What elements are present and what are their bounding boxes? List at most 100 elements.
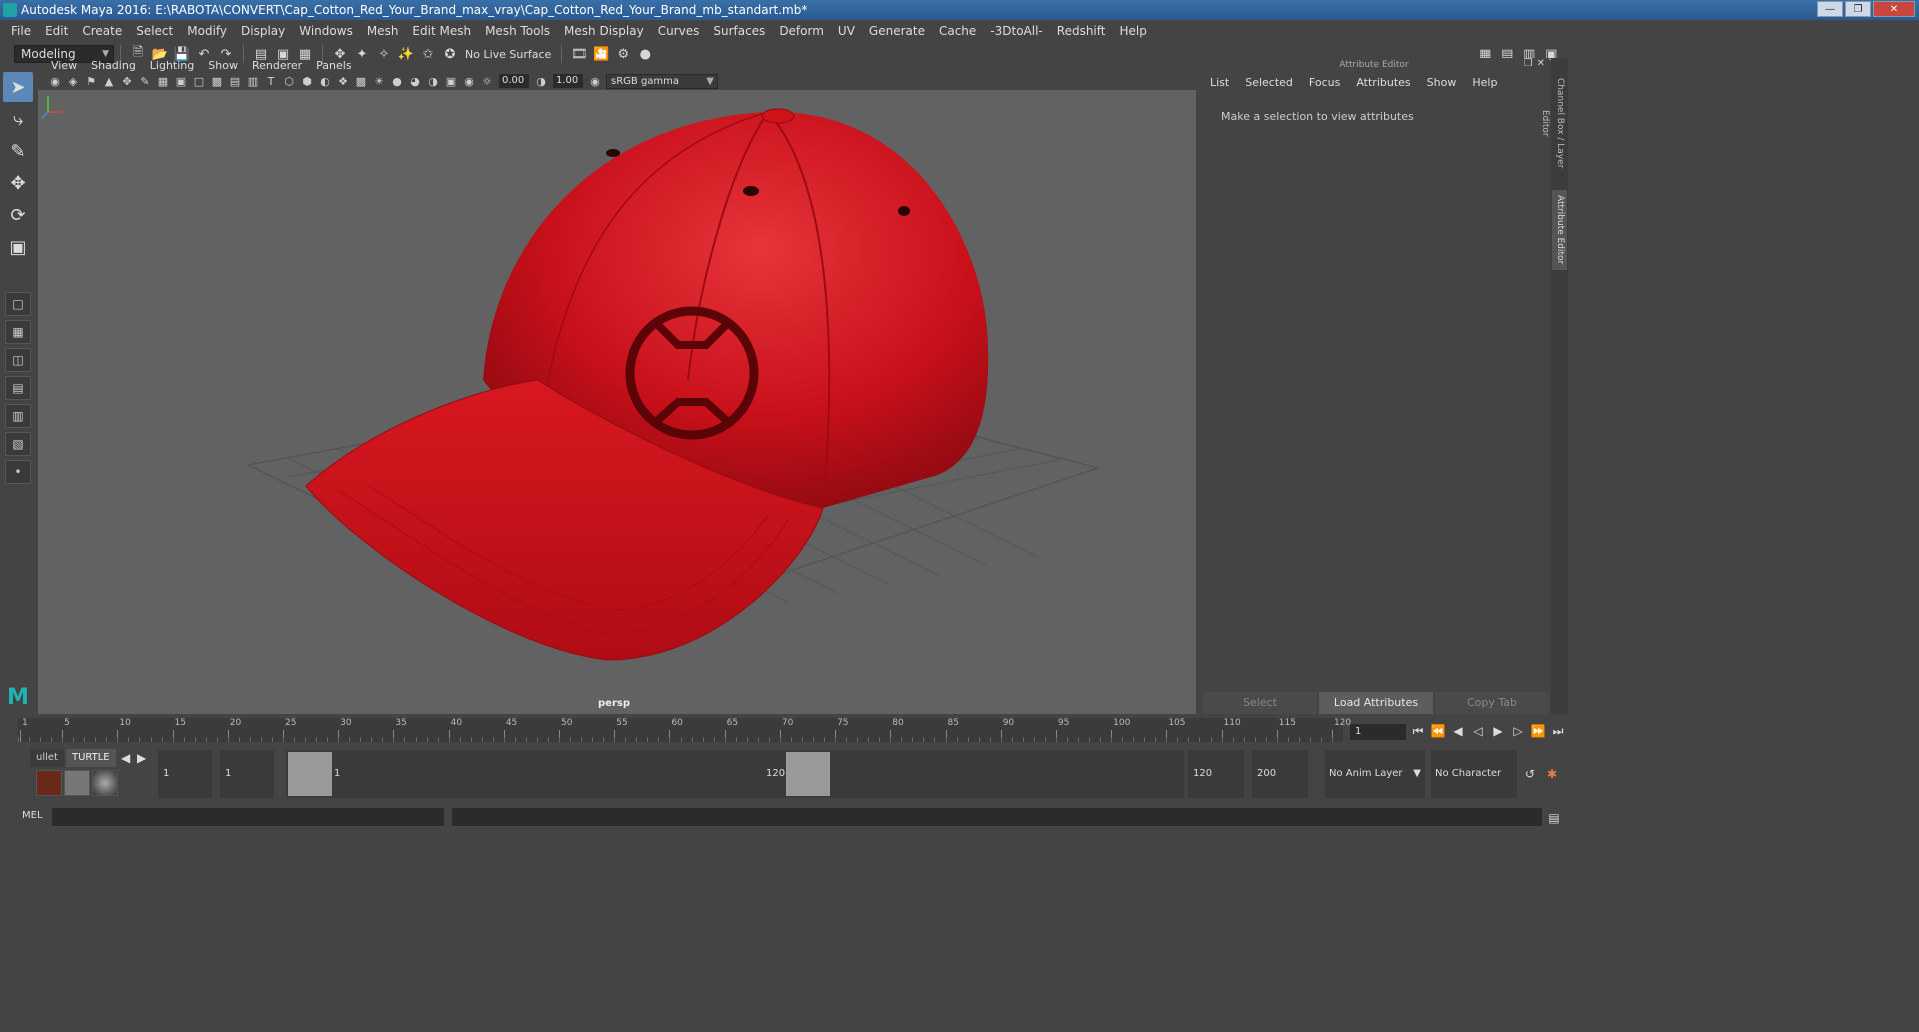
range-start-handle[interactable] [288, 752, 332, 796]
menu-redshift[interactable]: Redshift [1050, 24, 1113, 38]
animation-prefs-icon[interactable]: ✱ [1544, 764, 1560, 784]
menu-edit-mesh[interactable]: Edit Mesh [405, 24, 478, 38]
smooth-shade-icon[interactable]: ⬢ [299, 73, 315, 89]
play-backward-icon[interactable]: ◁ [1470, 721, 1486, 741]
menu-edit[interactable]: Edit [38, 24, 75, 38]
isolate-select-icon[interactable]: ▣ [443, 73, 459, 89]
safe-title-icon[interactable]: T [263, 73, 279, 89]
motion-blur-icon[interactable]: ◕ [407, 73, 423, 89]
load-attributes-button[interactable]: Load Attributes [1319, 692, 1433, 714]
lasso-tool-icon[interactable]: ⤷ [3, 104, 33, 134]
animation-end-field[interactable]: 200 [1252, 750, 1308, 798]
playback-start-field[interactable]: 1 [220, 750, 274, 798]
persp-outliner-layout-icon[interactable]: ▤ [5, 376, 31, 400]
float-panel-icon[interactable]: ❐ [1524, 58, 1533, 69]
two-pane-layout-icon[interactable]: ◫ [5, 348, 31, 372]
grease-pencil-icon[interactable]: ✎ [137, 73, 153, 89]
shadows-icon[interactable]: ☀ [371, 73, 387, 89]
copy-tab-button[interactable]: Copy Tab [1435, 692, 1549, 714]
ae-menu-show[interactable]: Show [1420, 76, 1466, 89]
rotate-tool-icon[interactable]: ⟳ [3, 200, 33, 230]
grid-icon[interactable]: ▦ [155, 73, 171, 89]
bake-icon[interactable] [36, 770, 62, 796]
auto-key-icon[interactable]: ↺ [1522, 764, 1538, 784]
menu-modify[interactable]: Modify [180, 24, 234, 38]
anti-alias-icon[interactable]: ◑ [425, 73, 441, 89]
xray-joints-icon[interactable]: ◉ [461, 73, 477, 89]
current-frame-field[interactable]: 1 [1350, 724, 1406, 740]
go-to-end-icon[interactable]: ⏭ [1550, 721, 1566, 741]
exposure-icon[interactable]: ☼ [479, 73, 495, 89]
camera-attributes-icon[interactable]: ◈ [65, 73, 81, 89]
script-editor-icon[interactable]: ▤ [1546, 808, 1562, 828]
menu-select[interactable]: Select [129, 24, 180, 38]
step-back-frame-icon[interactable]: ◀ [1450, 721, 1466, 741]
field-chart-icon[interactable]: ▤ [227, 73, 243, 89]
perspective-viewport[interactable]: persp [38, 90, 1196, 714]
shelf-next-icon[interactable]: ▶ [134, 748, 150, 768]
step-forward-key-icon[interactable]: ⏩ [1530, 721, 1546, 741]
viewport-menu-shading[interactable]: Shading [84, 59, 143, 72]
viewport-menu-show[interactable]: Show [201, 59, 245, 72]
viewport-menu-view[interactable]: View [44, 59, 84, 72]
menu-cache[interactable]: Cache [932, 24, 983, 38]
shelf-tab-turtle[interactable]: TURTLE [65, 749, 116, 767]
shelf-prev-icon[interactable]: ◀ [118, 748, 134, 768]
menu-uv[interactable]: UV [831, 24, 862, 38]
close-button[interactable]: ✕ [1873, 1, 1915, 17]
channel-box-tab[interactable]: Channel Box / Layer Editor [1540, 66, 1567, 181]
range-slider[interactable]: 1 120 [286, 750, 1184, 798]
camera-icon[interactable]: ◉ [47, 73, 63, 89]
render-settings-shelf-icon[interactable] [64, 770, 90, 796]
menu-create[interactable]: Create [75, 24, 129, 38]
ae-menu-help[interactable]: Help [1465, 76, 1506, 89]
wireframe-icon[interactable]: ⬡ [281, 73, 297, 89]
image-plane-icon[interactable]: ▲ [101, 73, 117, 89]
menu-windows[interactable]: Windows [292, 24, 360, 38]
lighting-icon[interactable]: ◐ [317, 73, 333, 89]
attribute-editor-tab[interactable]: Attribute Editor [1552, 190, 1567, 270]
ae-menu-attributes[interactable]: Attributes [1349, 76, 1419, 89]
viewport-menu-lighting[interactable]: Lighting [143, 59, 201, 72]
paint-select-icon[interactable]: ✎ [3, 136, 33, 166]
four-pane-layout-icon[interactable]: ▦ [5, 320, 31, 344]
scale-tool-icon[interactable]: ▣ [3, 232, 33, 262]
menu-mesh-tools[interactable]: Mesh Tools [478, 24, 557, 38]
color-management-icon[interactable]: ◉ [587, 73, 603, 89]
menu-mesh[interactable]: Mesh [360, 24, 406, 38]
film-gate-icon[interactable]: ▣ [173, 73, 189, 89]
ae-menu-list[interactable]: List [1203, 76, 1238, 89]
ambient-occlusion-icon[interactable]: ● [389, 73, 405, 89]
exposure-field[interactable]: 0.00 [499, 74, 529, 88]
menu-3dtoall[interactable]: -3DtoAll- [983, 24, 1049, 38]
viewport-menu-renderer[interactable]: Renderer [245, 59, 309, 72]
gamma-field[interactable]: 1.00 [553, 74, 583, 88]
gamma-icon[interactable]: ◑ [533, 73, 549, 89]
menu-deform[interactable]: Deform [772, 24, 831, 38]
resolution-gate-icon[interactable]: □ [191, 73, 207, 89]
single-pane-layout-icon[interactable]: □ [5, 292, 31, 316]
menu-curves[interactable]: Curves [651, 24, 707, 38]
ae-menu-selected[interactable]: Selected [1238, 76, 1302, 89]
range-end-handle[interactable] [786, 752, 830, 796]
anim-layer-dropdown[interactable]: No Anim Layer ▼ [1325, 750, 1425, 798]
menu-generate[interactable]: Generate [862, 24, 932, 38]
viewport-menu-panels[interactable]: Panels [309, 59, 358, 72]
menu-help[interactable]: Help [1112, 24, 1153, 38]
step-forward-frame-icon[interactable]: ▷ [1510, 721, 1526, 741]
sphere-icon[interactable] [92, 770, 118, 796]
view-transform-select[interactable]: sRGB gamma ▼ [606, 73, 718, 89]
minimize-button[interactable]: — [1817, 1, 1843, 17]
script-language-label[interactable]: MEL [22, 810, 43, 821]
menu-surfaces[interactable]: Surfaces [706, 24, 772, 38]
xray-icon[interactable]: ▩ [353, 73, 369, 89]
hypershade-layout-icon[interactable]: ▧ [5, 432, 31, 456]
textured-icon[interactable]: ❖ [335, 73, 351, 89]
menu-file[interactable]: File [4, 24, 38, 38]
select-button[interactable]: Select [1203, 692, 1317, 714]
two-d-pan-icon[interactable]: ✥ [119, 73, 135, 89]
persp-graph-layout-icon[interactable]: ▥ [5, 404, 31, 428]
ae-menu-focus[interactable]: Focus [1302, 76, 1349, 89]
menu-display[interactable]: Display [234, 24, 292, 38]
safe-action-icon[interactable]: ▥ [245, 73, 261, 89]
